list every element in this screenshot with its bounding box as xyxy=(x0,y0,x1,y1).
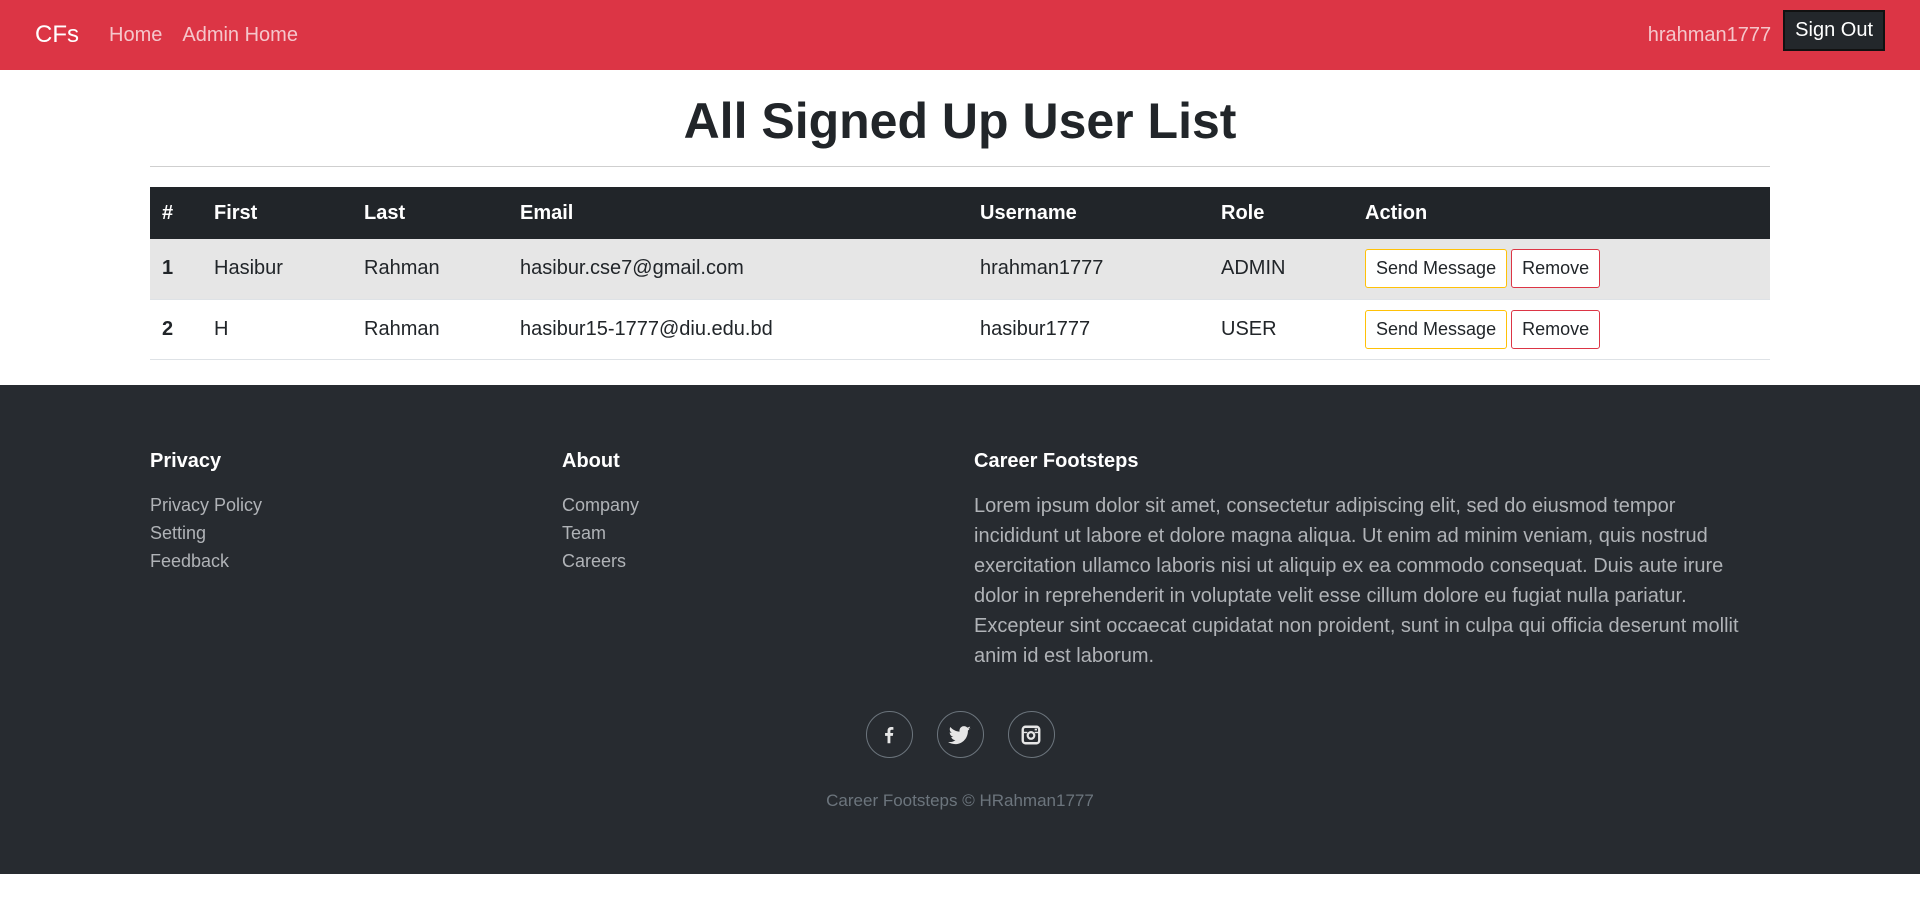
footer-link-setting[interactable]: Setting xyxy=(150,519,562,547)
cell-first-name: H xyxy=(202,299,352,360)
send-message-button[interactable]: Send Message xyxy=(1365,309,1508,349)
remove-button[interactable]: Remove xyxy=(1511,249,1601,289)
page-title: All Signed Up User List xyxy=(683,93,1237,149)
nav-link-admin-home[interactable]: Admin Home xyxy=(182,24,298,47)
table-header-row: # First Last Email Username Role Action xyxy=(150,187,1770,239)
cell-actions: Send Message Remove xyxy=(1353,299,1770,360)
footer-col-about: About Company Team Careers xyxy=(562,450,974,671)
table-row: 1 Hasibur Rahman hasibur.cse7@gmail.com … xyxy=(150,239,1770,300)
sign-out-button[interactable]: Sign Out xyxy=(1783,9,1885,51)
column-header-email: Email xyxy=(508,187,968,239)
footer-link-feedback[interactable]: Feedback xyxy=(150,547,562,575)
title-divider xyxy=(150,166,1770,167)
social-links xyxy=(0,711,1920,758)
remove-button[interactable]: Remove xyxy=(1511,309,1601,349)
facebook-icon[interactable] xyxy=(865,711,913,758)
cell-last-name: Rahman xyxy=(352,299,508,360)
navbar-left: CFs Home Admin Home xyxy=(35,21,318,49)
footer-career-text: Lorem ipsum dolor sit amet, consectetur … xyxy=(974,495,1739,667)
cell-last-name: Rahman xyxy=(352,239,508,300)
cell-number: 2 xyxy=(150,299,202,360)
cell-email: hasibur.cse7@gmail.com xyxy=(508,239,968,300)
cell-role: ADMIN xyxy=(1209,239,1353,300)
cell-role: USER xyxy=(1209,299,1353,360)
footer-heading-career: Career Footsteps xyxy=(974,450,1139,472)
navbar: CFs Home Admin Home hrahman1777 Sign Out xyxy=(0,0,1920,70)
current-username[interactable]: hrahman1777 xyxy=(1648,24,1771,47)
cell-email: hasibur15-1777@diu.edu.bd xyxy=(508,299,968,360)
cell-actions: Send Message Remove xyxy=(1353,239,1770,300)
main-container: All Signed Up User List # First Last Ema… xyxy=(150,70,1770,360)
table-row: 2 H Rahman hasibur15-1777@diu.edu.bd has… xyxy=(150,299,1770,360)
footer-link-privacy-policy[interactable]: Privacy Policy xyxy=(150,491,562,519)
footer-col-privacy: Privacy Privacy Policy Setting Feedback xyxy=(150,450,562,671)
cell-username: hrahman1777 xyxy=(968,239,1209,300)
footer-col-career: Career Footsteps Lorem ipsum dolor sit a… xyxy=(974,450,1754,671)
column-header-first: First xyxy=(202,187,352,239)
nav-link-home[interactable]: Home xyxy=(109,24,162,47)
column-header-number: # xyxy=(150,187,202,239)
footer-heading-privacy: Privacy xyxy=(150,450,222,472)
send-message-button[interactable]: Send Message xyxy=(1365,249,1508,289)
cell-first-name: Hasibur xyxy=(202,239,352,300)
brand-logo[interactable]: CFs xyxy=(35,21,79,49)
navbar-right: hrahman1777 Sign Out xyxy=(1648,9,1885,51)
column-header-last: Last xyxy=(352,187,508,239)
cell-number: 1 xyxy=(150,239,202,300)
footer-link-careers[interactable]: Careers xyxy=(562,547,974,575)
footer: Privacy Privacy Policy Setting Feedback … xyxy=(0,385,1920,874)
column-header-role: Role xyxy=(1209,187,1353,239)
column-header-action: Action xyxy=(1353,187,1770,239)
footer-link-company[interactable]: Company xyxy=(562,491,974,519)
cell-username: hasibur1777 xyxy=(968,299,1209,360)
instagram-icon[interactable] xyxy=(1007,711,1055,758)
footer-link-team[interactable]: Team xyxy=(562,519,974,547)
twitter-icon[interactable] xyxy=(936,711,984,758)
user-table: # First Last Email Username Role Action … xyxy=(150,187,1770,360)
footer-heading-about: About xyxy=(562,450,620,472)
column-header-username: Username xyxy=(968,187,1209,239)
copyright-text: Career Footsteps © HRahman1777 xyxy=(826,791,1094,810)
footer-columns: Privacy Privacy Policy Setting Feedback … xyxy=(150,385,1770,671)
